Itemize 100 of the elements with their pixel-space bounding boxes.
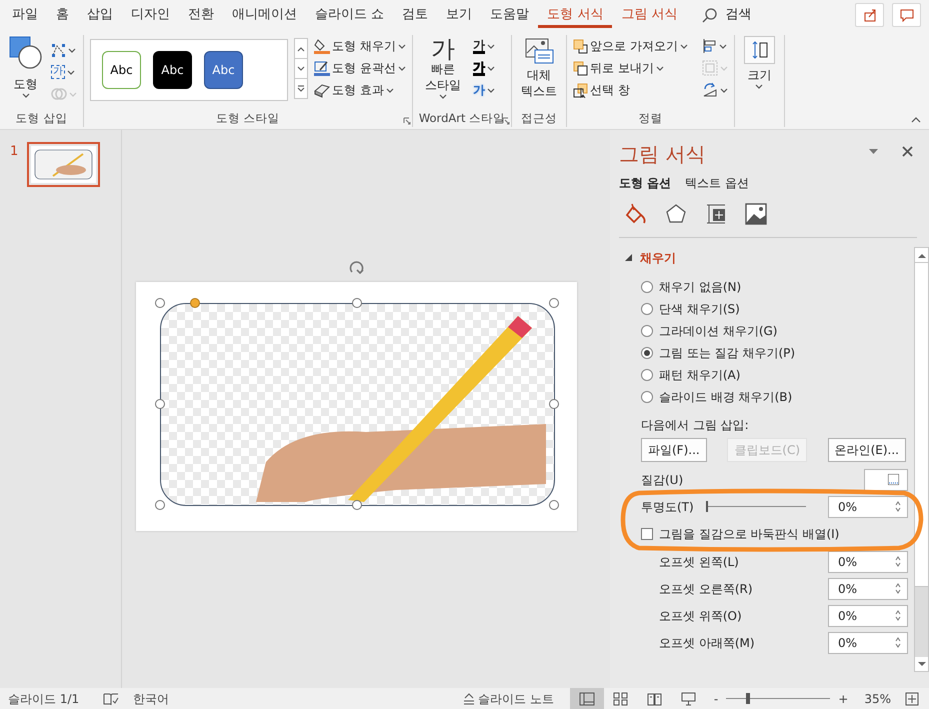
align-icon[interactable] [702,38,717,54]
collapse-ribbon-icon[interactable] [911,116,921,123]
dialog-launcher-icon[interactable] [502,117,510,125]
view-button[interactable] [570,688,604,709]
resize-handle[interactable] [352,500,362,510]
ribbon-tab[interactable]: 전환 [179,2,223,28]
rotate-icon[interactable] [702,82,718,98]
ribbon-command[interactable]: 앞으로 가져오기 [573,35,688,57]
close-icon[interactable] [902,146,913,157]
radio-button[interactable] [641,369,653,381]
spin-arrows-icon[interactable] [895,556,901,567]
radio-button[interactable] [641,347,653,359]
zoom-out-button[interactable]: - [714,690,718,708]
resize-handle[interactable] [155,399,165,409]
scroll-up-button[interactable] [294,38,308,59]
spin-arrows-icon[interactable] [895,501,901,512]
dialog-launcher-icon[interactable] [402,117,411,125]
option-label[interactable]: 패턴 채우기(A) [659,366,740,384]
spin-arrows-icon[interactable] [895,610,901,621]
size-position-icon[interactable] [706,203,726,225]
text-outline-button[interactable]: 가 [472,57,495,79]
ribbon-command[interactable]: 도형 효과 [314,79,406,101]
alt-text-button[interactable]: 대체 텍스트 [518,35,560,100]
spin-arrows-icon[interactable] [895,583,901,594]
ribbon-tab[interactable]: 보기 [437,2,482,28]
ribbon-tab[interactable]: 그림 서식 [612,2,686,28]
ribbon-tab[interactable]: 애니메이션 [223,2,306,28]
scrollbar[interactable] [914,247,929,672]
option-label[interactable]: 슬라이드 배경 채우기(B) [659,388,792,406]
spellcheck-icon[interactable] [103,692,120,706]
resize-handle[interactable] [549,399,559,409]
checkbox[interactable] [641,528,653,540]
zoom-level[interactable]: 35% [864,690,891,708]
resize-handle[interactable] [155,500,165,510]
ribbon-tab[interactable]: 파일 [3,2,47,28]
spin-field[interactable]: 0% [828,550,908,572]
checkbox-label[interactable]: 그림을 질감으로 바둑판식 배열(I) [659,525,840,543]
ribbon-command[interactable]: 뒤로 보내기 [573,57,688,79]
comments-button[interactable] [892,3,921,27]
style-swatch[interactable]: Abc [204,51,243,89]
search-label[interactable]: 검색 [725,5,752,25]
resize-handle[interactable] [549,298,559,308]
insert-button[interactable]: 온라인(E)... [828,438,906,462]
option-label[interactable]: 채우기 없음(N) [659,278,742,296]
spin-field[interactable]: 0% [828,632,908,654]
zoom-thumb[interactable] [746,693,750,704]
section-header[interactable]: 채우기 [625,249,908,267]
slider-thumb[interactable] [706,501,708,512]
quick-styles-button[interactable]: 가 빠른 스타일 [418,35,467,100]
shapes-button[interactable]: 도형 [6,35,45,99]
edit-shape-icon[interactable] [51,42,66,58]
more-styles-button[interactable] [294,78,308,99]
ribbon-tab[interactable]: 검토 [393,2,438,28]
scroll-down-button[interactable] [294,58,308,79]
size-button[interactable]: 크기 [740,35,778,90]
spin-arrows-icon[interactable] [895,637,901,648]
language-label[interactable]: 한국어 [133,690,170,708]
spin-field[interactable]: 0% [828,496,908,518]
notes-button[interactable]: 슬라이드 노트 [464,690,554,708]
resize-handle[interactable] [155,298,165,308]
spin-field[interactable]: 0% [828,578,908,600]
adjust-handle[interactable] [190,298,200,308]
zoom-in-button[interactable]: + [838,690,848,708]
text-box-button[interactable]: 가 [51,61,77,83]
ribbon-tab[interactable]: 도형 서식 [538,2,612,28]
scroll-down-icon[interactable] [918,662,926,666]
ribbon-command[interactable]: 도형 채우기 [314,35,406,57]
style-swatch[interactable]: Abc [153,51,192,89]
ribbon-tab[interactable]: 슬라이드 쇼 [306,2,394,28]
ribbon-tab[interactable]: 삽입 [78,2,122,28]
option-label[interactable]: 단색 채우기(S) [659,300,740,318]
style-swatch[interactable]: Abc [102,51,141,89]
option-label[interactable]: 그라데이션 채우기(G) [659,322,778,340]
ribbon-tab[interactable]: 도움말 [481,2,538,28]
radio-button[interactable] [641,303,653,315]
radio-button[interactable] [641,281,653,293]
scroll-up-icon[interactable] [918,252,926,258]
ribbon-command[interactable]: 선택 창 [573,79,688,101]
ribbon-tab[interactable]: 홈 [47,2,78,28]
option-label[interactable]: 그림 또는 질감 채우기(P) [659,344,796,362]
fit-to-window-icon[interactable] [905,692,919,706]
ribbon-command[interactable]: 도형 윤곽선 [314,57,406,79]
textbox-icon[interactable]: 가 [51,65,65,79]
radio-button[interactable] [641,325,653,337]
picture-icon[interactable] [745,203,767,225]
ribbon-tab[interactable]: 디자인 [122,2,179,28]
share-button[interactable] [855,3,884,27]
text-effects-button[interactable]: 가 [472,79,495,101]
resize-handle[interactable] [352,298,362,308]
insert-button[interactable]: 파일(F)... [641,438,707,462]
resize-handle[interactable] [549,500,559,510]
slide-thumbnail[interactable] [27,142,100,187]
pane-tab[interactable]: 텍스트 옵션 [685,174,750,192]
spin-field[interactable]: 0% [828,604,908,626]
text-fill-button[interactable]: 가 [472,35,495,57]
search-icon[interactable] [702,8,718,22]
pane-tab[interactable]: 도형 옵션 [619,174,672,192]
pentagon-icon[interactable] [666,204,686,224]
radio-button[interactable] [641,391,653,403]
paint-bucket-icon[interactable] [625,203,647,225]
